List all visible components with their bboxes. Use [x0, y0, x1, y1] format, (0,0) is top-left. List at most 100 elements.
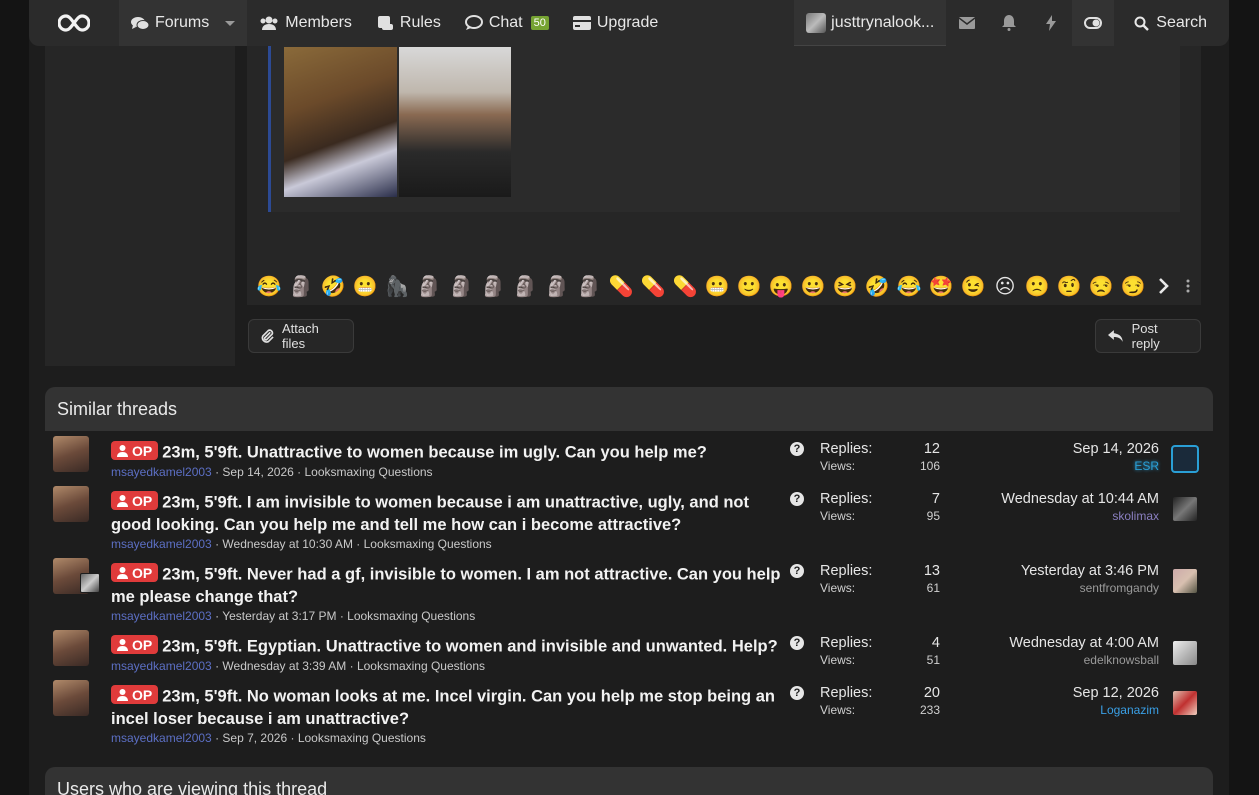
thread-title[interactable]: 23m, 5'9ft. I am invisible to women beca… — [111, 494, 749, 534]
thread-forum-link[interactable]: Looksmaxing Questions — [304, 465, 432, 479]
last-poster-avatar[interactable] — [1173, 641, 1197, 665]
emoji-option[interactable]: 🦍 — [381, 271, 413, 301]
search-label: Search — [1156, 14, 1207, 31]
post-user-column — [45, 0, 235, 366]
thread-starter-avatar[interactable] — [53, 630, 89, 666]
thread-title-line[interactable]: OP 23m, 5'9ft. No woman looks at me. Ince… — [111, 685, 783, 730]
last-poster-avatar[interactable] — [1173, 569, 1197, 593]
alerts-button[interactable] — [988, 0, 1030, 46]
thread-title[interactable]: 23m, 5'9ft. Egyptian. Unattractive to wo… — [162, 638, 777, 656]
nav-chat[interactable]: Chat 50 — [453, 0, 561, 46]
chevron-down-icon[interactable] — [225, 20, 236, 26]
emoji-option[interactable]: 🗿 — [509, 271, 541, 301]
thread-start-date[interactable]: Sep 14, 2026 — [222, 465, 293, 479]
user-icon — [117, 494, 128, 507]
thread-starter-avatar[interactable] — [53, 680, 89, 716]
replies-label: Replies: — [820, 635, 873, 651]
thread-title-line[interactable]: OP 23m, 5'9ft. Never had a gf, invisible … — [111, 563, 783, 608]
emoji-option[interactable]: 😒 — [1085, 271, 1117, 301]
thread-start-date[interactable]: Yesterday at 3:17 PM — [222, 609, 336, 623]
nav-members[interactable]: Members — [247, 0, 364, 46]
thread-forum-link[interactable]: Looksmaxing Questions — [347, 609, 475, 623]
attach-files-button[interactable]: Attach files — [248, 319, 354, 353]
thread-starter-avatar[interactable] — [53, 486, 89, 522]
emoji-option[interactable]: 😛 — [765, 271, 797, 301]
emoji-option[interactable]: 🗿 — [285, 271, 317, 301]
nav-chat-label: Chat — [488, 14, 523, 31]
thread-forum-link[interactable]: Looksmaxing Questions — [298, 731, 426, 745]
quoted-photo-2[interactable] — [399, 47, 511, 197]
last-poster-avatar[interactable] — [1173, 447, 1197, 471]
thread-starter-avatar[interactable] — [53, 436, 89, 472]
emoji-option[interactable]: 🙁 — [1021, 271, 1053, 301]
emoji-option[interactable]: 🗿 — [413, 271, 445, 301]
lightning-bolt-icon — [1046, 15, 1057, 31]
last-poster-mini-avatar[interactable] — [80, 573, 100, 593]
emoji-option[interactable]: 🙂 — [733, 271, 765, 301]
thread-start-date[interactable]: Wednesday at 10:30 AM — [222, 537, 353, 551]
thread-author-link[interactable]: msayedkamel2003 — [111, 609, 212, 623]
thread-title-line[interactable]: OP 23m, 5'9ft. I am invisible to women be… — [111, 491, 783, 536]
site-logo[interactable] — [29, 0, 119, 46]
user-account-menu[interactable]: justtrynalook... — [794, 0, 947, 46]
thread-title-line[interactable]: OP 23m, 5'9ft. Unattractive to women beca… — [111, 441, 783, 464]
emoji-option[interactable]: 💊 — [637, 271, 669, 301]
emoji-option[interactable]: 🗿 — [477, 271, 509, 301]
last-poster-name[interactable]: skolimax — [1001, 509, 1159, 523]
thread-forum-link[interactable]: Looksmaxing Questions — [364, 537, 492, 551]
emoji-option[interactable]: 🗿 — [573, 271, 605, 301]
last-poster-avatar[interactable] — [1173, 497, 1197, 521]
emoji-option[interactable]: 😆 — [829, 271, 861, 301]
last-post-date[interactable]: Sep 14, 2026 — [1073, 441, 1159, 457]
nav-rules[interactable]: Rules — [364, 0, 453, 46]
emoji-option[interactable]: 🗿 — [541, 271, 573, 301]
inbox-button[interactable] — [946, 0, 988, 46]
thread-title[interactable]: 23m, 5'9ft. No woman looks at me. Incel … — [111, 688, 775, 728]
emoji-option[interactable]: 🤣 — [861, 271, 893, 301]
quoted-photo-1[interactable] — [284, 47, 397, 197]
emoji-option[interactable]: 😂 — [253, 271, 285, 301]
thread-author-link[interactable]: msayedkamel2003 — [111, 537, 212, 551]
more-options-icon[interactable] — [1184, 278, 1192, 294]
emoji-option[interactable]: 💊 — [669, 271, 701, 301]
nav-forums[interactable]: Forums — [119, 0, 248, 46]
emoji-option[interactable]: ☹ — [989, 271, 1021, 301]
last-poster-name[interactable]: Loganazim — [1073, 703, 1159, 717]
emoji-option[interactable]: 🗿 — [445, 271, 477, 301]
nav-upgrade[interactable]: Upgrade — [561, 0, 670, 46]
theme-toggle[interactable] — [1072, 0, 1115, 46]
thread-author-link[interactable]: msayedkamel2003 — [111, 731, 212, 745]
emoji-option[interactable]: 😂 — [893, 271, 925, 301]
last-post-date[interactable]: Wednesday at 10:44 AM — [1001, 491, 1159, 507]
thread-start-date[interactable]: Sep 7, 2026 — [222, 731, 287, 745]
emoji-option[interactable]: 🤨 — [1053, 271, 1085, 301]
post-reply-button[interactable]: Post reply — [1095, 319, 1201, 353]
last-poster-avatar[interactable] — [1173, 691, 1197, 715]
emoji-option[interactable]: 😀 — [797, 271, 829, 301]
thread-title[interactable]: 23m, 5'9ft. Never had a gf, invisible to… — [111, 566, 780, 606]
thread-start-date[interactable]: Wednesday at 3:39 AM — [222, 659, 346, 673]
last-post-date[interactable]: Wednesday at 4:00 AM — [1009, 635, 1159, 651]
last-poster-name[interactable]: ESR — [1073, 459, 1159, 473]
emoji-option[interactable]: 😉 — [957, 271, 989, 301]
search-button[interactable]: Search — [1114, 0, 1229, 46]
last-post-date[interactable]: Yesterday at 3:46 PM — [1021, 563, 1159, 579]
chevron-right-icon[interactable] — [1158, 277, 1170, 295]
emoji-option[interactable]: 😬 — [349, 271, 381, 301]
emoji-option[interactable]: 😬 — [701, 271, 733, 301]
emoji-option[interactable]: 💊 — [605, 271, 637, 301]
thread-title[interactable]: 23m, 5'9ft. Unattractive to women becaus… — [162, 444, 707, 462]
thread-title-line[interactable]: OP 23m, 5'9ft. Egyptian. Unattractive to … — [111, 635, 783, 658]
last-post-date[interactable]: Sep 12, 2026 — [1073, 685, 1159, 701]
thread-forum-link[interactable]: Looksmaxing Questions — [357, 659, 485, 673]
emoji-option[interactable]: 🤣 — [317, 271, 349, 301]
replies-count: 4 — [931, 635, 940, 651]
emoji-option[interactable]: 😏 — [1117, 271, 1149, 301]
last-poster-name[interactable]: sentfromgandy — [1021, 581, 1159, 595]
emoji-option[interactable]: 🤩 — [925, 271, 957, 301]
thread-author-link[interactable]: msayedkamel2003 — [111, 465, 212, 479]
comments-icon — [131, 16, 149, 30]
whats-new-button[interactable] — [1030, 0, 1072, 46]
last-poster-name[interactable]: edelknowsball — [1009, 653, 1159, 667]
thread-author-link[interactable]: msayedkamel2003 — [111, 659, 212, 673]
